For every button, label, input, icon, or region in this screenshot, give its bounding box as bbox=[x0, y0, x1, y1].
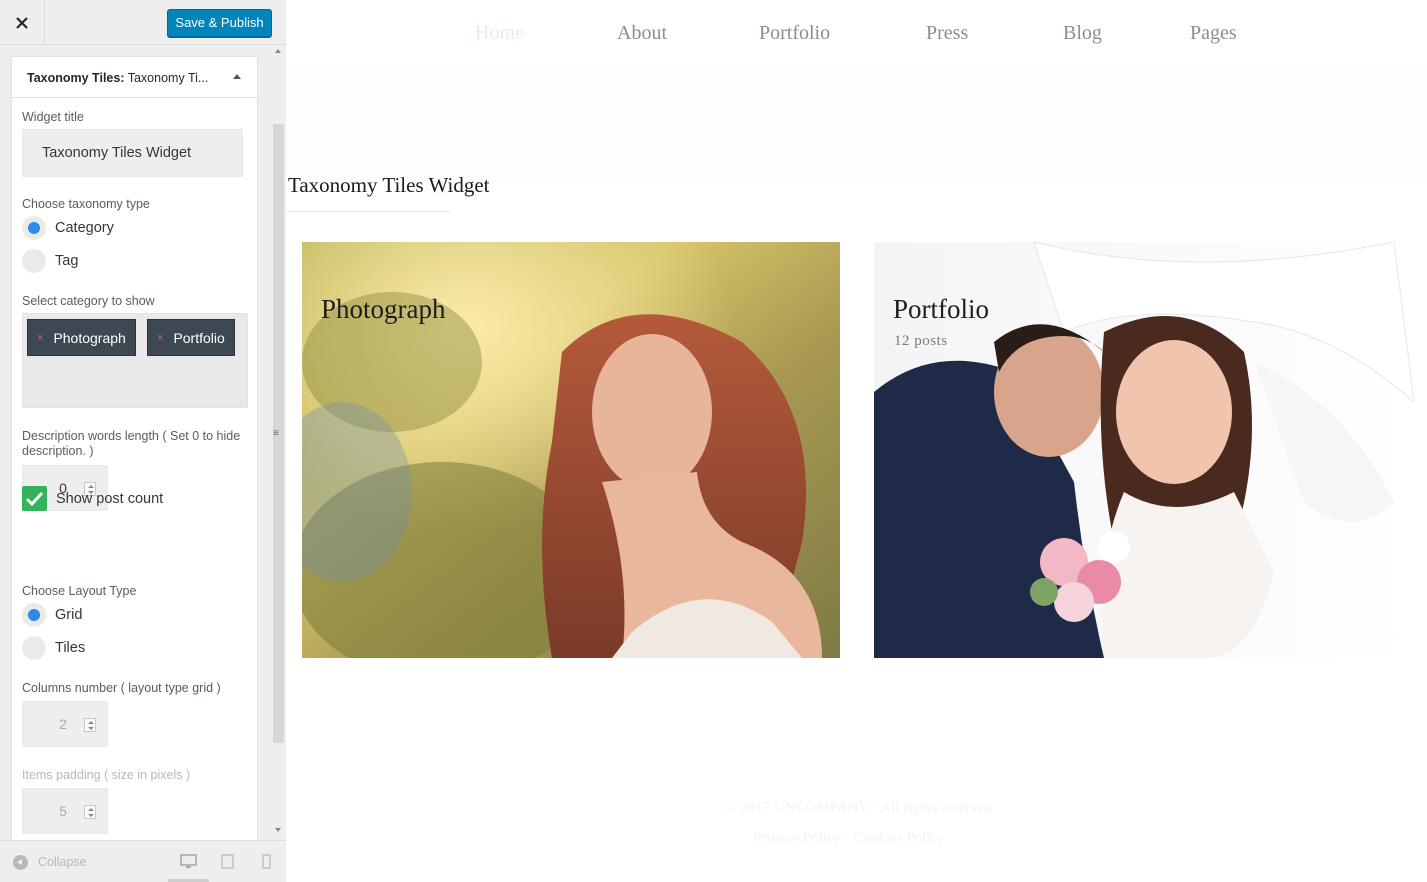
customizer-header: Save & Publish bbox=[0, 0, 286, 45]
radio-label: Grid bbox=[55, 607, 83, 623]
chip-label: Portfolio bbox=[173, 329, 225, 346]
nav-item-about[interactable]: About bbox=[617, 22, 667, 45]
show-post-count-label: Show post count bbox=[56, 491, 164, 507]
chip-label: Photograph bbox=[53, 329, 126, 346]
widget-title-input[interactable]: Taxonomy Tiles Widget bbox=[22, 129, 243, 177]
radio-grid[interactable]: Grid bbox=[22, 603, 82, 627]
remove-chip-icon[interactable]: × bbox=[157, 332, 163, 344]
radio-label: Tag bbox=[55, 253, 79, 269]
remove-chip-icon[interactable]: × bbox=[37, 332, 43, 344]
hero-band bbox=[287, 66, 1427, 178]
number-spinner[interactable] bbox=[84, 718, 96, 732]
desktop-icon[interactable] bbox=[180, 854, 197, 869]
tile-post-count: 12 posts bbox=[894, 333, 948, 349]
items-padding-input[interactable]: 5 bbox=[22, 788, 108, 834]
controls-panel: Taxonomy Tiles: Taxonomy Ti... Widget ti… bbox=[0, 45, 286, 840]
description-length-label: Description words length ( Set 0 to hide bbox=[22, 429, 241, 443]
radio-label: Category bbox=[55, 220, 114, 236]
nav-item-home[interactable]: Home bbox=[475, 22, 524, 45]
nav-item-pages[interactable]: Pages bbox=[1190, 22, 1237, 45]
items-padding-label: Items padding ( size in pixels ) bbox=[22, 768, 191, 782]
close-icon bbox=[16, 16, 28, 29]
taxonomy-type-label: Choose taxonomy type bbox=[22, 197, 150, 211]
close-button[interactable] bbox=[0, 0, 45, 45]
radio-button[interactable] bbox=[22, 603, 46, 627]
number-spinner[interactable] bbox=[84, 805, 96, 819]
heading-underline bbox=[287, 211, 451, 212]
tile-title: Photograph bbox=[321, 294, 446, 324]
columns-number-label: Columns number ( layout type grid ) bbox=[22, 681, 221, 695]
layout-type-label: Choose Layout Type bbox=[22, 584, 137, 598]
radio-button[interactable] bbox=[22, 216, 46, 240]
widget-heading: Taxonomy Tiles Widget bbox=[288, 173, 490, 197]
widget-header-title: Taxonomy Tiles: Taxonomy Ti... bbox=[27, 71, 209, 85]
widget-title-label: Widget title bbox=[22, 110, 84, 124]
scroll-up-icon[interactable] bbox=[275, 49, 281, 53]
widget-header[interactable]: Taxonomy Tiles: Taxonomy Ti... bbox=[12, 57, 257, 98]
footer-links[interactable]: Privacy Policy · Cookies Policy bbox=[753, 830, 945, 847]
save-publish-button[interactable]: Save & Publish bbox=[167, 9, 272, 37]
collapse-icon[interactable] bbox=[13, 855, 28, 870]
taxonomy-tile-photograph[interactable]: Photograph bbox=[302, 242, 840, 658]
description-length-label-cont: description. ) bbox=[22, 444, 94, 458]
check-icon bbox=[25, 491, 44, 507]
mobile-icon[interactable] bbox=[262, 854, 271, 869]
scroll-down-icon[interactable] bbox=[275, 828, 281, 832]
main-nav: Home About Portfolio Press Blog Pages bbox=[287, 0, 1427, 66]
footer-copyright: © 2017 UNCOMPANY · All rights reserved bbox=[725, 800, 992, 816]
customizer-footer: Collapse bbox=[0, 840, 286, 882]
radio-tiles[interactable]: Tiles bbox=[22, 636, 85, 660]
radio-label: Tiles bbox=[55, 640, 86, 656]
radio-button[interactable] bbox=[22, 636, 46, 660]
taxonomy-tile-portfolio[interactable]: Portfolio 12 posts bbox=[874, 242, 1414, 658]
collapse-label[interactable]: Collapse bbox=[38, 855, 87, 869]
category-multiselect[interactable]: × Photograph × Portfolio bbox=[22, 313, 248, 408]
category-chip-photograph: × Photograph bbox=[27, 319, 136, 356]
tablet-icon[interactable] bbox=[221, 854, 234, 869]
customizer-sidebar: Save & Publish Taxonomy Tiles: Taxonomy … bbox=[0, 0, 286, 882]
resize-grip-icon[interactable]: ≡ bbox=[273, 428, 279, 439]
collapse-arrow-icon[interactable] bbox=[231, 71, 243, 83]
columns-number-input[interactable]: 2 bbox=[22, 701, 108, 747]
site-preview: Home About Portfolio Press Blog Pages Ta… bbox=[287, 0, 1427, 882]
radio-tag[interactable]: Tag bbox=[22, 249, 78, 273]
nav-item-portfolio[interactable]: Portfolio bbox=[759, 22, 830, 45]
radio-category[interactable]: Category bbox=[22, 216, 114, 240]
category-chip-portfolio: × Portfolio bbox=[147, 319, 235, 356]
select-category-label: Select category to show bbox=[22, 294, 155, 308]
show-post-count-checkbox[interactable] bbox=[22, 486, 47, 511]
nav-item-press[interactable]: Press bbox=[926, 22, 968, 45]
nav-item-blog[interactable]: Blog bbox=[1063, 22, 1102, 45]
tile-title: Portfolio bbox=[893, 294, 990, 324]
radio-button[interactable] bbox=[22, 249, 46, 273]
